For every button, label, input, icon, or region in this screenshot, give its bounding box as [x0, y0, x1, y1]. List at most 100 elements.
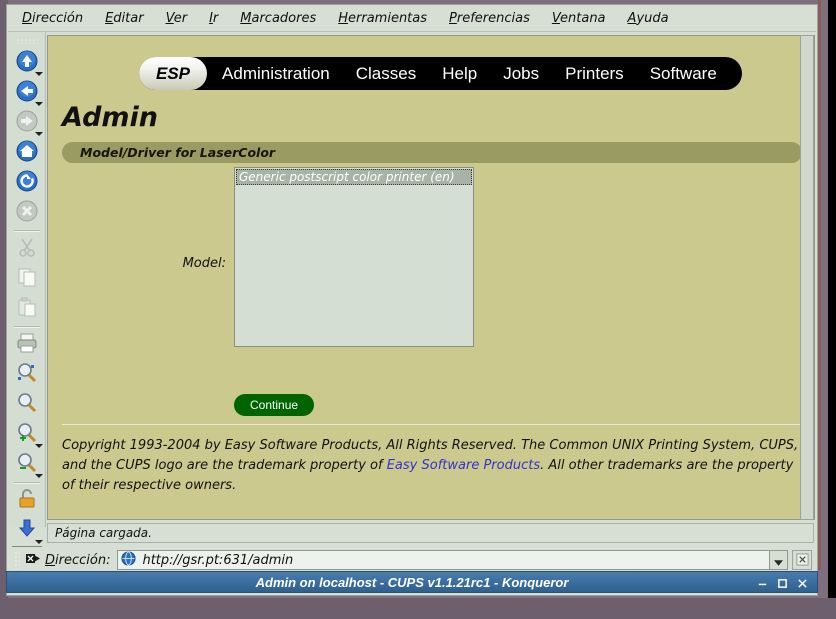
toolbar-grip[interactable]: [15, 38, 38, 44]
minimize-button[interactable]: [754, 575, 771, 591]
menu-label: arcadores: [251, 11, 317, 26]
cut-scissors-icon: [15, 235, 39, 263]
location-input[interactable]: http://gsr.pt:631/admin: [117, 550, 770, 570]
page-title: Admin: [62, 102, 159, 133]
menu-item-ver[interactable]: Ver: [166, 11, 187, 26]
toolbar: [8, 32, 46, 572]
menu-item-ir[interactable]: Ir: [209, 11, 218, 26]
menu-label: referencias: [456, 11, 530, 26]
toolbar-button-download[interactable]: [10, 516, 44, 546]
menu-label: erramientas: [348, 11, 428, 26]
tab-jobs[interactable]: Jobs: [490, 57, 552, 90]
toolbar-separator: [13, 230, 40, 232]
toolbar-button-zoom[interactable]: [10, 390, 44, 420]
padlock-icon: [15, 487, 39, 515]
tab-esp[interactable]: ESP: [139, 57, 208, 90]
menu-item-herramientas[interactable]: Herramientas: [338, 11, 427, 26]
tab-administration[interactable]: Administration: [209, 57, 343, 90]
chevron-down-icon[interactable]: [34, 72, 43, 76]
easy-software-products-link[interactable]: Easy Software Products: [387, 458, 540, 473]
screenshot-root: Dirección Editar Ver Ir Marcadores Herra…: [0, 0, 836, 619]
toolbar-button-cut: [10, 234, 44, 264]
maximize-button[interactable]: [774, 575, 791, 591]
continue-button[interactable]: Continue: [234, 394, 315, 416]
copy-icon: [15, 265, 39, 293]
toolbar-button-zoom-in[interactable]: [10, 420, 44, 450]
menu-mnemonic: H: [338, 11, 349, 26]
menu-label: ditar: [113, 11, 144, 26]
location-label-mnemonic: D: [45, 552, 56, 568]
menu-item-editar[interactable]: Editar: [105, 11, 144, 26]
chevron-down-icon[interactable]: [34, 540, 43, 544]
tab-software[interactable]: Software: [637, 57, 730, 90]
location-label-rest: irección:: [55, 552, 111, 568]
menubar: Dirección Editar Ver Ir Marcadores Herra…: [8, 6, 816, 32]
web-content-viewport: ESP Administration Classes Help Jobs Pri…: [47, 35, 815, 520]
location-bar-grip[interactable]: [14, 551, 20, 569]
paste-icon: [15, 295, 39, 323]
close-button[interactable]: [794, 575, 811, 591]
toolbar-button-print[interactable]: [10, 330, 44, 360]
menu-label: irección: [32, 11, 84, 26]
desktop-background-bottom: [0, 598, 836, 619]
window-controls: [751, 572, 811, 594]
cups-tab-bar: ESP Administration Classes Help Jobs Pri…: [139, 57, 742, 90]
toolbar-button-find[interactable]: [10, 360, 44, 390]
toolbar-button-up[interactable]: [10, 48, 44, 78]
window-title: Admin on localhost - CUPS v1.1.21rc1 - K…: [255, 574, 569, 590]
menu-item-direccion[interactable]: Dirección: [22, 11, 83, 26]
location-url-text: http://gsr.pt:631/admin: [142, 552, 294, 568]
konqueror-window: Dirección Editar Ver Ir Marcadores Herra…: [6, 4, 818, 596]
toolbar-button-paste: [10, 294, 44, 324]
toolbar-button-zoom-out[interactable]: [10, 450, 44, 480]
menu-mnemonic: P: [449, 11, 457, 26]
location-bar: Dirección: http://gsr.pt:631/admin: [8, 547, 816, 573]
toolbar-button-security[interactable]: [10, 486, 44, 516]
toolbar-button-copy: [10, 264, 44, 294]
model-select-listbox[interactable]: Generic postscript color printer (en): [234, 167, 474, 347]
menu-item-preferencias[interactable]: Preferencias: [449, 11, 530, 26]
tab-printers[interactable]: Printers: [552, 57, 637, 90]
location-dropdown-button[interactable]: [770, 550, 788, 570]
menu-item-ayuda[interactable]: Ayuda: [628, 11, 669, 26]
vertical-scrollbar[interactable]: [800, 35, 814, 520]
find-icon: [15, 361, 39, 389]
menu-label: yuda: [636, 11, 669, 26]
clear-location-button[interactable]: [792, 550, 812, 570]
location-label: Dirección:: [45, 553, 110, 568]
clear-location-icon: [795, 551, 809, 570]
location-bar-arrow-icon: [25, 551, 41, 570]
menu-label: r: [212, 11, 219, 26]
menu-mnemonic: V: [551, 11, 561, 26]
chevron-down-icon[interactable]: [34, 102, 43, 106]
footer-divider: [62, 424, 802, 425]
tab-help[interactable]: Help: [429, 57, 490, 90]
menu-mnemonic: M: [240, 11, 252, 26]
menu-mnemonic: V: [165, 11, 174, 26]
print-icon: [15, 331, 39, 359]
chevron-down-icon: [34, 132, 43, 136]
chevron-down-icon: [774, 551, 783, 570]
chevron-down-icon[interactable]: [34, 474, 43, 478]
toolbar-separator: [13, 482, 40, 484]
status-text: Página cargada.: [55, 526, 152, 540]
menu-item-ventana[interactable]: Ventana: [552, 11, 606, 26]
menu-item-marcadores[interactable]: Marcadores: [240, 11, 316, 26]
toolbar-button-home[interactable]: [10, 138, 44, 168]
model-field-label: Model:: [182, 256, 226, 271]
reload-icon: [15, 169, 39, 197]
chevron-down-icon[interactable]: [34, 444, 43, 448]
toolbar-button-reload[interactable]: [10, 168, 44, 198]
status-bar: Página cargada.: [47, 523, 814, 543]
window-titlebar[interactable]: Admin on localhost - CUPS v1.1.21rc1 - K…: [6, 571, 818, 593]
model-form-row: Model: Generic postscript color printer …: [48, 167, 814, 347]
toolbar-button-back[interactable]: [10, 78, 44, 108]
toolbar-separator: [13, 326, 40, 328]
model-option[interactable]: Generic postscript color printer (en): [236, 169, 472, 185]
globe-icon: [121, 550, 136, 570]
tab-classes[interactable]: Classes: [343, 57, 429, 90]
section-heading-bar: Model/Driver for LaserColor: [62, 142, 802, 163]
copyright-text: Copyright 1993-2004 by Easy Software Pro…: [62, 436, 806, 496]
menu-label: er: [173, 11, 188, 26]
desktop-background-edge: [828, 0, 836, 619]
